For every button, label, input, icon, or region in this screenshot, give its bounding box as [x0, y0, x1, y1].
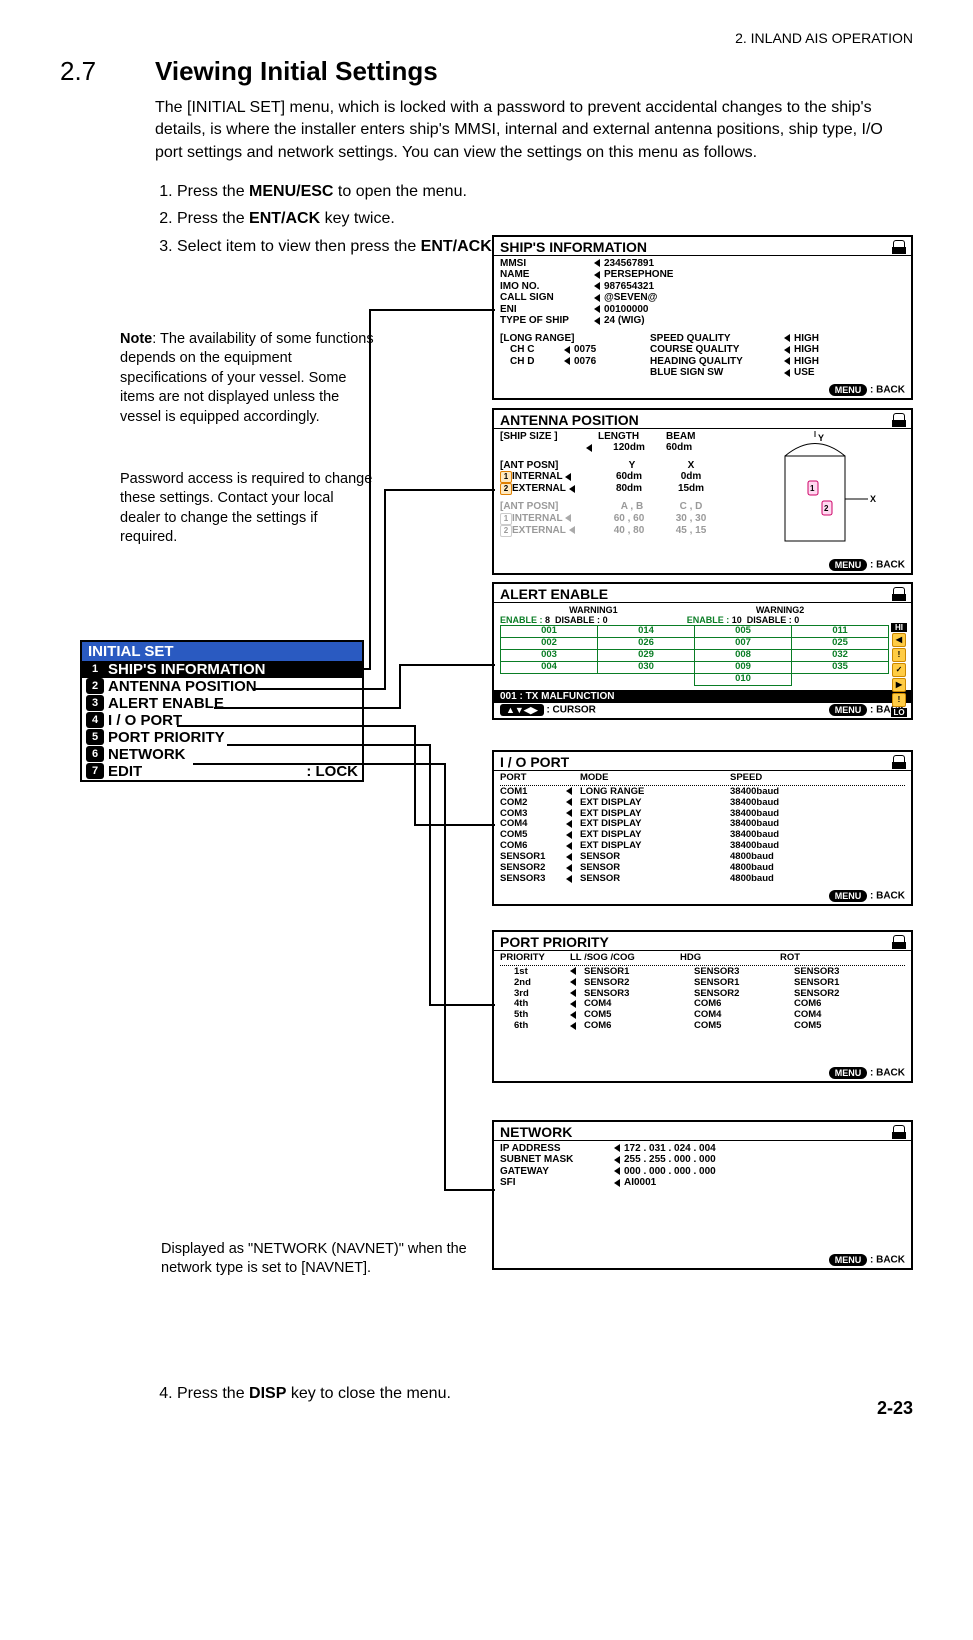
note-password: Password access is required to change th…	[120, 470, 375, 548]
lock-icon	[893, 240, 905, 253]
menu-button-icon: MENU	[829, 704, 868, 716]
step-2: Press the ENT/ACK key twice.	[177, 205, 913, 232]
info-row: CALL SIGN@SEVEN@	[500, 292, 905, 304]
menu-item[interactable]: 7EDIT: LOCK	[82, 763, 362, 780]
panel-alert-enable: ALERT ENABLE WARNING1WARNING2 ENABLE : 8…	[492, 582, 913, 720]
table-row: COM3EXT DISPLAY38400baud	[500, 809, 905, 820]
menu-title: INITIAL SET	[82, 642, 362, 661]
info-row: TYPE OF SHIP24 (WIG)	[500, 315, 905, 327]
menu-item[interactable]: 1SHIP'S INFORMATION	[82, 661, 362, 678]
section-title: Viewing Initial Settings	[155, 56, 438, 87]
info-row: IP ADDRESS172 . 031 . 024 . 004	[500, 1143, 905, 1155]
info-row: SUBNET MASK255 . 255 . 000 . 000	[500, 1154, 905, 1166]
table-row: 6thCOM6COM5COM5	[500, 1021, 905, 1032]
step-4: Press the DISP key to close the menu.	[177, 1380, 913, 1407]
info-row: CH D0076	[500, 356, 650, 368]
menu-item[interactable]: 3ALERT ENABLE	[82, 695, 362, 712]
table-row: SENSOR1SENSOR4800baud	[500, 852, 905, 863]
info-row: MMSI234567891	[500, 258, 905, 270]
step-1: Press the MENU/ESC to open the menu.	[177, 178, 913, 205]
cursor-keys-icon: ▲▼◀▶	[500, 704, 544, 716]
menu-item[interactable]: 5PORT PRIORITY	[82, 729, 362, 746]
running-header: 2. INLAND AIS OPERATION	[60, 30, 913, 46]
menu-button-icon: MENU	[829, 890, 868, 902]
alert-malfunction-row: 001 : TX MALFUNCTION	[494, 690, 911, 703]
menu-button-icon: MENU	[829, 384, 868, 396]
lock-icon	[893, 935, 905, 948]
info-row: BLUE SIGN SWUSE	[650, 367, 905, 379]
svg-text:X: X	[870, 494, 876, 504]
svg-text:Y: Y	[818, 433, 824, 443]
menu-button-icon: MENU	[829, 1254, 868, 1266]
table-row: 003029008032	[501, 650, 889, 662]
menu-item[interactable]: 4I / O PORT	[82, 712, 362, 729]
table-row: 004030009035	[501, 662, 889, 674]
svg-text:2: 2	[824, 504, 829, 513]
info-row: SFIAI0001	[500, 1177, 905, 1189]
info-row: GATEWAY000 . 000 . 000 . 000	[500, 1166, 905, 1178]
table-row: COM5EXT DISPLAY38400baud	[500, 830, 905, 841]
alert-priority-icon: !	[892, 693, 906, 707]
table-row: 002026007025	[501, 638, 889, 650]
info-row: SPEED QUALITYHIGH	[650, 333, 905, 345]
menu-item[interactable]: 2ANTENNA POSITION	[82, 678, 362, 695]
lock-icon	[893, 587, 905, 600]
panel-network: NETWORK IP ADDRESS172 . 031 . 024 . 004S…	[492, 1120, 913, 1270]
table-row: COM2EXT DISPLAY38400baud	[500, 798, 905, 809]
table-row: SENSOR2SENSOR4800baud	[500, 863, 905, 874]
info-row: ENI00100000	[500, 304, 905, 316]
table-row: COM4EXT DISPLAY38400baud	[500, 819, 905, 830]
alert-priority-icon: !	[892, 648, 906, 662]
page-number: 2-23	[877, 1398, 913, 1419]
alert-priority-icon: ▶	[892, 678, 906, 692]
initial-set-menu: INITIAL SET 1SHIP'S INFORMATION2ANTENNA …	[80, 640, 364, 782]
table-row: 2ndSENSOR2SENSOR1SENSOR1	[500, 978, 905, 989]
table-row: COM6EXT DISPLAY38400baud	[500, 841, 905, 852]
table-row: 1stSENSOR1SENSOR3SENSOR3	[500, 967, 905, 978]
info-row: COURSE QUALITYHIGH	[650, 344, 905, 356]
panel-io-port: I / O PORT PORTMODESPEED COM1LONG RANGE3…	[492, 750, 913, 906]
panel-ships-information: SHIP'S INFORMATION MMSI234567891NAMEPERS…	[492, 235, 913, 400]
table-row: 010	[501, 674, 889, 686]
ship-diagram-icon: Y X 1 2	[750, 431, 900, 551]
menu-button-icon: MENU	[829, 559, 868, 571]
note-availability: Note: The availability of some functions…	[120, 330, 375, 428]
lock-icon	[893, 755, 905, 768]
lock-icon	[893, 413, 905, 426]
table-row: SENSOR3SENSOR4800baud	[500, 874, 905, 885]
alert-priority-icon: ◀	[892, 633, 906, 647]
info-row: CH C0075	[500, 344, 650, 356]
menu-item[interactable]: 6NETWORK	[82, 746, 362, 763]
info-row: IMO NO.987654321	[500, 281, 905, 293]
menu-button-icon: MENU	[829, 1067, 868, 1079]
section-intro: The [INITIAL SET] menu, which is locked …	[155, 97, 913, 164]
network-footnote: Displayed as "NETWORK (NAVNET)" when the…	[161, 1240, 481, 1279]
info-row: HEADING QUALITYHIGH	[650, 356, 905, 368]
panel-port-priority: PORT PRIORITY PRIORITYLL /SOG /COGHDGROT…	[492, 930, 913, 1083]
table-row: COM1LONG RANGE38400baud	[500, 787, 905, 798]
panel-antenna-position: ANTENNA POSITION [SHIP SIZE ]LENGTHBEAM …	[492, 408, 913, 576]
section-number: 2.7	[60, 56, 155, 87]
table-row: 001014005011	[501, 626, 889, 638]
lock-icon	[893, 1125, 905, 1138]
alert-priority-icon: ✓	[892, 663, 906, 677]
info-row: NAMEPERSEPHONE	[500, 269, 905, 281]
svg-text:1: 1	[810, 484, 815, 493]
